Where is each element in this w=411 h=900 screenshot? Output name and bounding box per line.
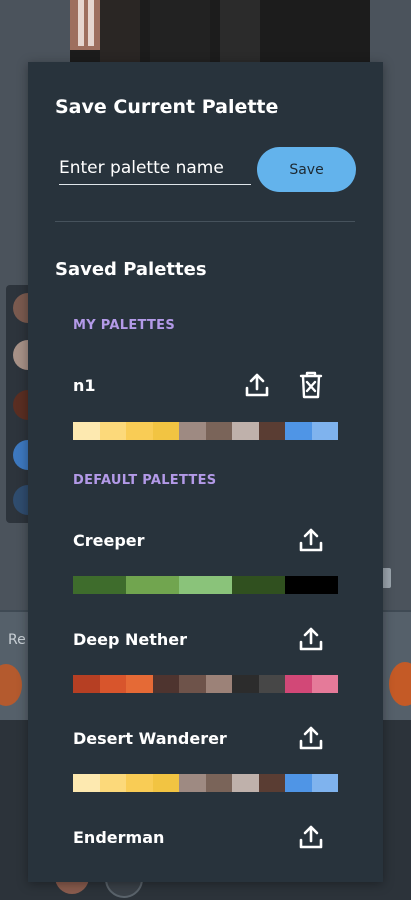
palette-swatch [232, 774, 259, 792]
palette-name: Enderman [73, 828, 165, 847]
palette-swatch [73, 422, 100, 440]
palette-swatch [285, 675, 312, 693]
skin-preview [70, 0, 370, 70]
palette-name: n1 [73, 376, 96, 395]
palette-swatch [285, 422, 312, 440]
background-card-label: Re [8, 632, 26, 648]
section-label-my-palettes: MY PALETTES [73, 318, 176, 333]
save-palette-title: Save Current Palette [55, 96, 279, 118]
section-label-default-palettes: DEFAULT PALETTES [73, 473, 217, 488]
palette-name: Deep Nether [73, 630, 188, 649]
palette-swatch [232, 576, 285, 594]
palette-swatch [126, 576, 179, 594]
palette-swatch [99, 774, 126, 792]
palette-swatch [179, 774, 206, 792]
background-knob-left [0, 664, 22, 706]
upload-icon[interactable] [296, 525, 326, 555]
palette-swatch [152, 675, 179, 693]
palette-swatch [258, 675, 285, 693]
palette-swatch [205, 422, 232, 440]
palette-swatch [126, 675, 153, 693]
palette-swatch [232, 675, 259, 693]
palette-swatch [311, 675, 338, 693]
palette-swatch [99, 675, 126, 693]
palette-color-strip[interactable] [73, 675, 338, 693]
palette-swatch [73, 576, 126, 594]
palette-color-strip[interactable] [73, 774, 338, 792]
palette-swatch [73, 675, 100, 693]
palette-swatch [285, 576, 338, 594]
palette-color-strip[interactable] [73, 576, 338, 594]
palette-swatch [179, 675, 206, 693]
palette-swatch [205, 675, 232, 693]
save-button[interactable]: Save [257, 147, 356, 192]
upload-icon[interactable] [296, 624, 326, 654]
saved-palettes-title: Saved Palettes [55, 259, 207, 280]
palette-swatch [152, 774, 179, 792]
palette-swatch [126, 422, 153, 440]
palette-swatch [285, 774, 312, 792]
palette-name: Desert Wanderer [73, 729, 227, 748]
palette-swatch [311, 422, 338, 440]
palette-color-strip[interactable] [73, 422, 338, 440]
palette-swatch [232, 422, 259, 440]
upload-icon[interactable] [242, 370, 272, 400]
palette-swatch [205, 774, 232, 792]
palette-swatch [311, 774, 338, 792]
divider [55, 221, 355, 222]
palette-name-input[interactable] [59, 152, 251, 185]
palette-swatch [152, 422, 179, 440]
palette-name: Creeper [73, 531, 145, 550]
palette-dialog: Save Current Palette Save Saved Palettes… [28, 62, 383, 882]
upload-icon[interactable] [296, 822, 326, 852]
palette-swatch [99, 422, 126, 440]
palette-swatch [73, 774, 100, 792]
palette-swatch [179, 422, 206, 440]
palette-swatch [179, 576, 232, 594]
palette-swatch [126, 774, 153, 792]
background-knob-right [389, 662, 411, 706]
palette-swatch [258, 422, 285, 440]
upload-icon[interactable] [296, 723, 326, 753]
delete-icon[interactable] [296, 370, 326, 400]
palette-swatch [258, 774, 285, 792]
